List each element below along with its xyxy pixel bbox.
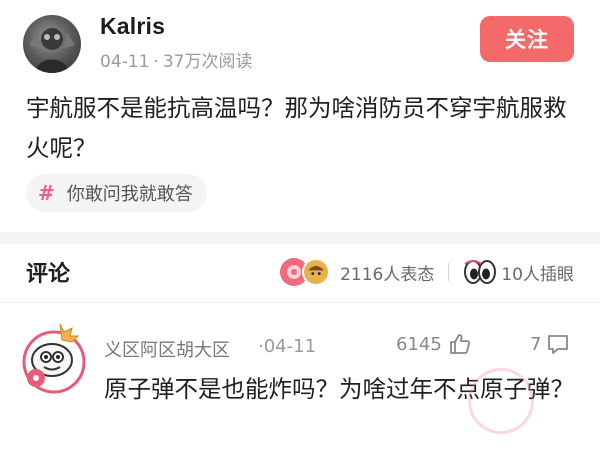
- topic-tag[interactable]: # 你敢问我就敢答: [26, 174, 207, 212]
- bookmark-count: 10人插眼: [501, 264, 574, 285]
- author-name[interactable]: Kalris: [100, 13, 165, 40]
- like-button[interactable]: 6145: [396, 332, 472, 356]
- post-meta: 04-11 · 37万次阅读: [100, 47, 252, 72]
- reply-count: 7: [530, 333, 542, 355]
- comment-bubble-icon: [548, 335, 569, 354]
- hat-emoji-icon: [302, 258, 331, 286]
- reactions-summary[interactable]: 2116人表态 10人插眼: [280, 257, 574, 287]
- topic-label: 你敢问我就敢答: [66, 184, 193, 205]
- reactions-count: 2116人表态: [340, 264, 435, 285]
- reply-button[interactable]: 7: [530, 332, 570, 356]
- post-text: 宇航服不是能抗高温吗？那为啥消防员不穿宇航服救火呢？: [26, 94, 567, 162]
- comments-title: 评论: [26, 262, 71, 287]
- like-count: 6145: [396, 333, 442, 355]
- hashtag-icon: #: [38, 181, 55, 205]
- header-separator: [448, 263, 450, 281]
- comment-date: ·04-11: [258, 336, 317, 357]
- header-divider: [0, 302, 600, 303]
- post-date: 04-11: [100, 52, 150, 72]
- comment-date-value: 04-11: [263, 336, 317, 357]
- author-avatar[interactable]: [23, 15, 81, 73]
- view-count: 37万次阅读: [162, 52, 253, 72]
- commenter-name[interactable]: 义区阿区胡大区: [104, 336, 230, 362]
- thumbs-up-icon: [449, 334, 470, 354]
- post-detail-page: Kalris 04-11 · 37万次阅读 关注 宇航服不是能抗高温吗？那为啥消防员…: [0, 0, 600, 465]
- reaction-emoji-icons: [280, 258, 334, 286]
- eyes-icon: [464, 260, 497, 284]
- commenter-avatar[interactable]: [20, 322, 88, 394]
- follow-button[interactable]: 关注: [480, 16, 574, 62]
- section-divider: [0, 232, 600, 244]
- meta-separator: ·: [153, 52, 159, 72]
